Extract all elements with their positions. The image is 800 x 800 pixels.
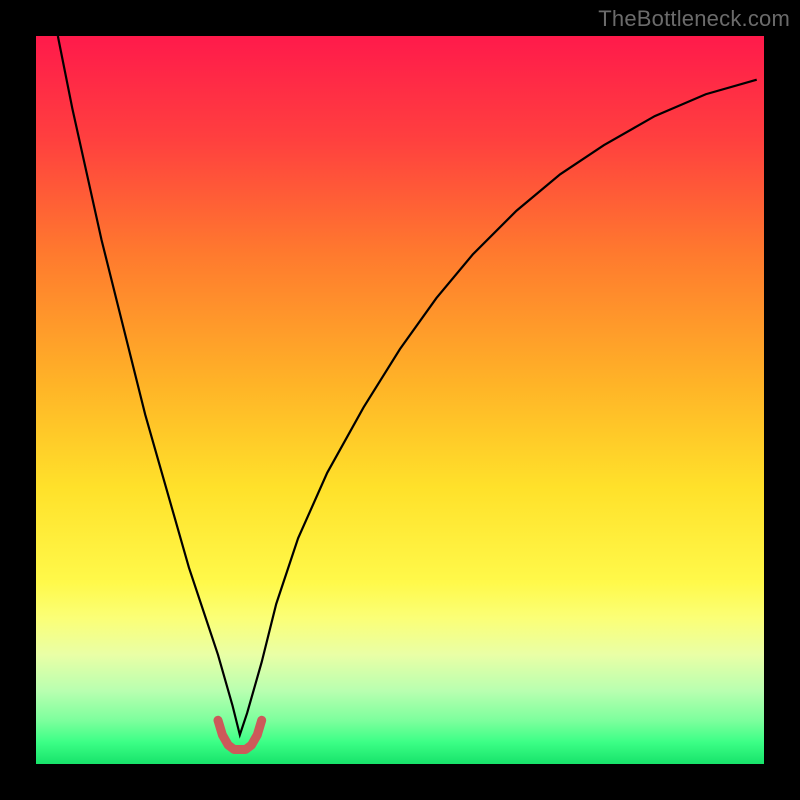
- chart-frame: TheBottleneck.com: [0, 0, 800, 800]
- watermark-text: TheBottleneck.com: [598, 6, 790, 32]
- chart-overlay: [36, 36, 764, 764]
- series-curve: [58, 36, 757, 735]
